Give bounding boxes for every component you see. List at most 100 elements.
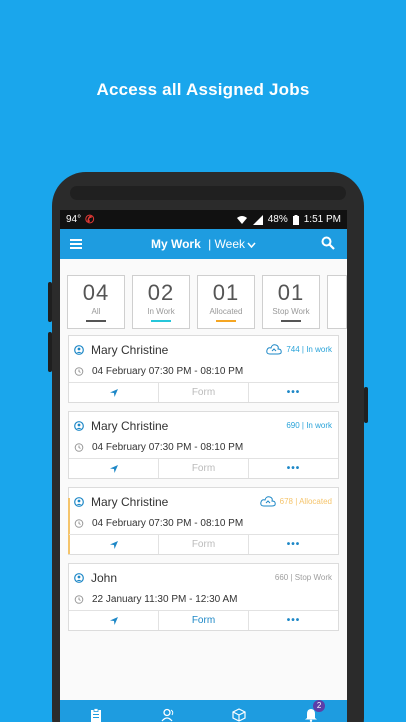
form-button[interactable]: Form: [159, 383, 249, 402]
box-icon: [232, 708, 246, 722]
alarm-clock-icon: [74, 519, 84, 528]
navigation-arrow-icon: [109, 616, 118, 625]
alarm-clock-icon: [74, 367, 84, 376]
job-status: | Stop Work: [290, 573, 333, 582]
job-card[interactable]: John 660 | Stop Work 22 January 11:30 PM…: [68, 563, 339, 631]
more-dots-icon: •••: [286, 463, 301, 474]
job-id: 690: [286, 421, 300, 430]
stat-label: In Work: [147, 307, 175, 316]
client-name: Mary Christine: [91, 342, 169, 357]
headline: Access all Assigned Jobs: [96, 80, 310, 99]
person-icon: [74, 572, 84, 583]
job-id: 660: [274, 573, 289, 582]
job-datetime: 22 January 11:30 PM - 12:30 AM: [92, 593, 238, 605]
stat-card-more[interactable]: [327, 275, 347, 329]
more-dots-icon: •••: [286, 539, 301, 550]
job-id: 678: [279, 497, 293, 506]
stat-indicator: [151, 320, 171, 322]
people-icon: [161, 708, 173, 722]
phone-speaker: [70, 186, 346, 200]
stat-label: Allocated: [209, 307, 243, 316]
form-label: Form: [191, 615, 216, 626]
phone-frame: 94° ✆ 48% 1:51 PM My Work | Week 04 All …: [48, 172, 368, 722]
stat-card-stop-work[interactable]: 01 Stop Work: [262, 275, 320, 329]
stat-label: Stop Work: [272, 307, 310, 316]
stat-card-allocated[interactable]: 01 Allocated: [197, 275, 255, 329]
job-card[interactable]: Mary Christine 744 | In work 04 February…: [68, 335, 339, 403]
battery-icon: [292, 214, 299, 225]
wifi-icon: [236, 215, 247, 224]
phone-side-button: [48, 282, 52, 322]
stat-count: 01: [212, 280, 240, 305]
nav-inventory-button[interactable]: [227, 703, 251, 722]
more-options-button[interactable]: •••: [249, 459, 338, 478]
bottom-navigation: 2: [60, 700, 347, 722]
job-datetime: 04 February 07:30 PM - 08:10 PM: [92, 517, 244, 529]
period-selector[interactable]: | Week: [208, 237, 256, 251]
stats-row: 04 All 02 In Work 01 Allocated 01 Stop W…: [60, 259, 347, 335]
missed-call-icon: ✆: [85, 214, 95, 226]
person-icon: [74, 344, 84, 355]
period-label: | Week: [208, 237, 246, 251]
nav-notifications-button[interactable]: 2: [299, 700, 326, 722]
form-label: Form: [191, 387, 216, 398]
chevron-down-icon: [247, 242, 256, 249]
client-name: John: [91, 570, 118, 585]
stat-label: All: [91, 307, 101, 316]
nav-jobs-button[interactable]: [84, 703, 108, 722]
cloud-sync-icon: [266, 343, 282, 354]
stat-count: 01: [277, 280, 305, 305]
nav-contacts-button[interactable]: [156, 703, 180, 722]
app-screen: 94° ✆ 48% 1:51 PM My Work | Week 04 All …: [60, 210, 347, 722]
search-icon[interactable]: [321, 236, 337, 252]
job-id: 744: [286, 345, 300, 354]
stat-count: 04: [82, 280, 110, 305]
form-button[interactable]: Form: [159, 611, 249, 630]
navigate-button[interactable]: [69, 383, 159, 402]
job-status: | Allocated: [295, 497, 332, 506]
phone-side-button: [364, 387, 368, 423]
form-label: Form: [191, 463, 216, 474]
navigate-button[interactable]: [69, 459, 159, 478]
signal-icon: [252, 214, 263, 225]
more-dots-icon: •••: [286, 387, 301, 398]
stat-indicator: [281, 320, 301, 322]
form-button[interactable]: Form: [159, 459, 249, 478]
more-options-button[interactable]: •••: [249, 611, 338, 630]
temperature: 94°: [66, 214, 82, 225]
notification-badge: 2: [313, 700, 326, 712]
job-card[interactable]: Mary Christine 690 | In work 04 February…: [68, 411, 339, 479]
navigation-arrow-icon: [109, 540, 118, 549]
client-name: Mary Christine: [91, 418, 169, 433]
more-options-button[interactable]: •••: [249, 535, 338, 554]
menu-icon[interactable]: [70, 236, 90, 252]
cloud-sync-icon: [259, 495, 276, 506]
job-card[interactable]: Mary Christine 678 | Allocated 04 Februa…: [68, 487, 339, 555]
navigation-arrow-icon: [109, 464, 118, 473]
more-dots-icon: •••: [286, 615, 301, 626]
page-title: My Work: [150, 237, 201, 251]
app-bar: My Work | Week: [60, 229, 347, 259]
clock: 1:51 PM: [303, 214, 341, 225]
phone-side-button: [48, 332, 52, 372]
clipboard-icon: [90, 708, 101, 722]
stat-count: 02: [147, 280, 175, 305]
status-bar: 94° ✆ 48% 1:51 PM: [60, 210, 347, 229]
alarm-clock-icon: [74, 443, 84, 452]
job-list: Mary Christine 744 | In work 04 February…: [60, 335, 347, 631]
navigation-arrow-icon: [109, 388, 118, 397]
person-icon: [74, 420, 84, 431]
more-options-button[interactable]: •••: [249, 383, 338, 402]
client-name: Mary Christine: [91, 494, 169, 509]
job-datetime: 04 February 07:30 PM - 08:10 PM: [92, 441, 244, 453]
navigate-button[interactable]: [69, 611, 159, 630]
stat-indicator: [86, 320, 106, 322]
navigate-button[interactable]: [69, 535, 159, 554]
stat-card-all[interactable]: 04 All: [67, 275, 125, 329]
stat-indicator: [216, 320, 236, 322]
job-datetime: 04 February 07:30 PM - 08:10 PM: [92, 365, 244, 377]
form-button[interactable]: Form: [159, 535, 249, 554]
form-label: Form: [191, 539, 216, 550]
stat-card-in-work[interactable]: 02 In Work: [132, 275, 190, 329]
job-status: | In work: [301, 345, 332, 354]
